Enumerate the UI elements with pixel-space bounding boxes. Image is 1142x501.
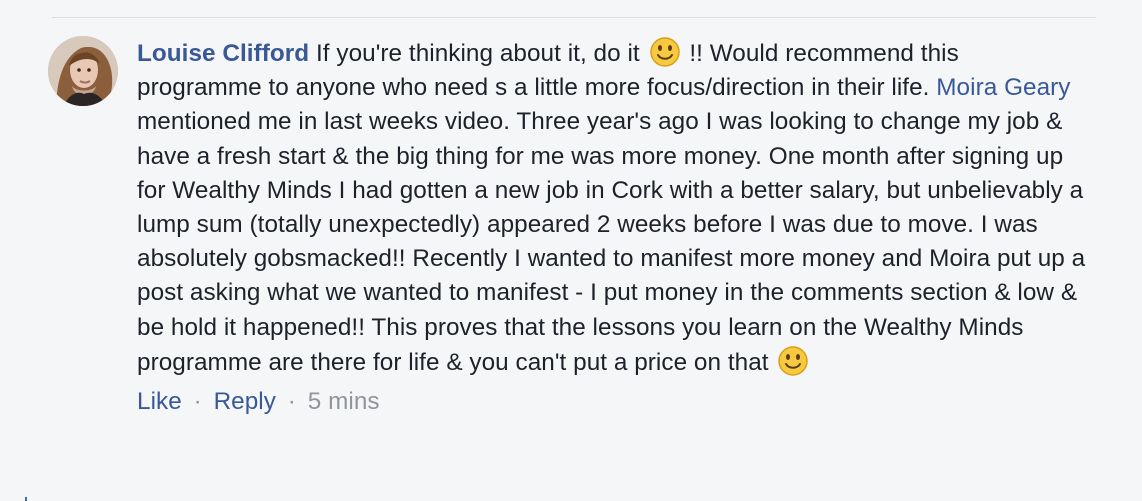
comment-text-part-1: If you're thinking about it, do it: [315, 40, 640, 67]
mention-link[interactable]: Moira Geary: [936, 74, 1070, 101]
comment-actions: Like · Reply · 5 mins: [137, 387, 1087, 417]
action-separator: ·: [287, 388, 296, 416]
thread-indicator: [25, 497, 27, 501]
comment-timestamp[interactable]: 5 mins: [308, 388, 380, 415]
like-button[interactable]: Like: [137, 388, 182, 415]
author-name[interactable]: Louise Clifford: [137, 40, 309, 67]
comment-text: Louise Clifford If you're thinking about…: [137, 36, 1087, 380]
avatar[interactable]: [48, 36, 118, 106]
avatar-photo: [48, 36, 118, 106]
smile-emoji-icon: [649, 37, 680, 67]
reply-button[interactable]: Reply: [214, 388, 276, 415]
action-separator: ·: [193, 388, 202, 416]
comment: Louise Clifford If you're thinking about…: [48, 36, 1108, 417]
comment-text-part-3: mentioned me in last weeks video. Three …: [137, 108, 1086, 376]
top-divider: [52, 17, 1096, 18]
smile-emoji-icon: [778, 346, 809, 376]
comment-body: Louise Clifford If you're thinking about…: [137, 36, 1087, 417]
